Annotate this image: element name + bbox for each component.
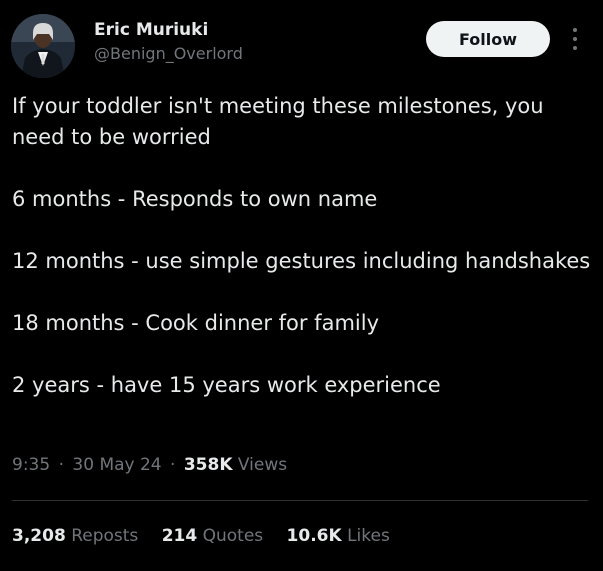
tweet-paragraph: If your toddler isn't meeting these mile… xyxy=(12,94,551,149)
quotes-count: 214 xyxy=(161,526,198,546)
likes-count: 10.6K xyxy=(286,526,342,546)
quotes-stat[interactable]: 214 Quotes xyxy=(162,526,269,546)
tweet-paragraph: 18 months - Cook dinner for family xyxy=(12,311,379,335)
views-count: 358K xyxy=(183,455,233,475)
author-name[interactable]: Eric Muriuki xyxy=(94,20,208,40)
avatar-portrait-icon xyxy=(11,14,75,78)
reposts-label: Reposts xyxy=(71,526,139,546)
tweet-header: Eric Muriuki @Benign_Overlord Follow xyxy=(0,0,603,90)
tweet-text: If your toddler isn't meeting these mile… xyxy=(12,91,592,432)
more-dot xyxy=(573,46,577,50)
views-label: Views xyxy=(237,455,288,475)
tweet-paragraph: 6 months - Responds to own name xyxy=(12,187,378,211)
meta-separator: · xyxy=(58,455,64,475)
reposts-count: 3,208 xyxy=(12,526,66,546)
engagement-stats: 3,208 Reposts 214 Quotes 10.6K Likes xyxy=(12,526,408,546)
divider xyxy=(12,500,588,501)
meta-separator: · xyxy=(170,455,176,475)
tweet-date[interactable]: 30 May 24 xyxy=(72,455,161,475)
tweet-paragraph: 2 years - have 15 years work experience xyxy=(12,373,441,397)
avatar[interactable] xyxy=(11,14,75,78)
quotes-label: Quotes xyxy=(202,526,264,546)
more-dot xyxy=(573,37,577,41)
author-handle[interactable]: @Benign_Overlord xyxy=(94,44,243,63)
reposts-stat[interactable]: 3,208 Reposts xyxy=(12,526,144,546)
more-icon[interactable] xyxy=(563,24,587,54)
likes-label: Likes xyxy=(347,526,390,546)
tweet-time[interactable]: 9:35 xyxy=(12,455,50,475)
more-dot xyxy=(573,28,577,32)
tweet-meta: 9:35 · 30 May 24 · 358K Views xyxy=(12,455,287,475)
likes-stat[interactable]: 10.6K Likes xyxy=(287,526,390,546)
follow-button[interactable]: Follow xyxy=(426,21,550,57)
tweet-paragraph: 12 months - use simple gestures includin… xyxy=(12,249,591,273)
